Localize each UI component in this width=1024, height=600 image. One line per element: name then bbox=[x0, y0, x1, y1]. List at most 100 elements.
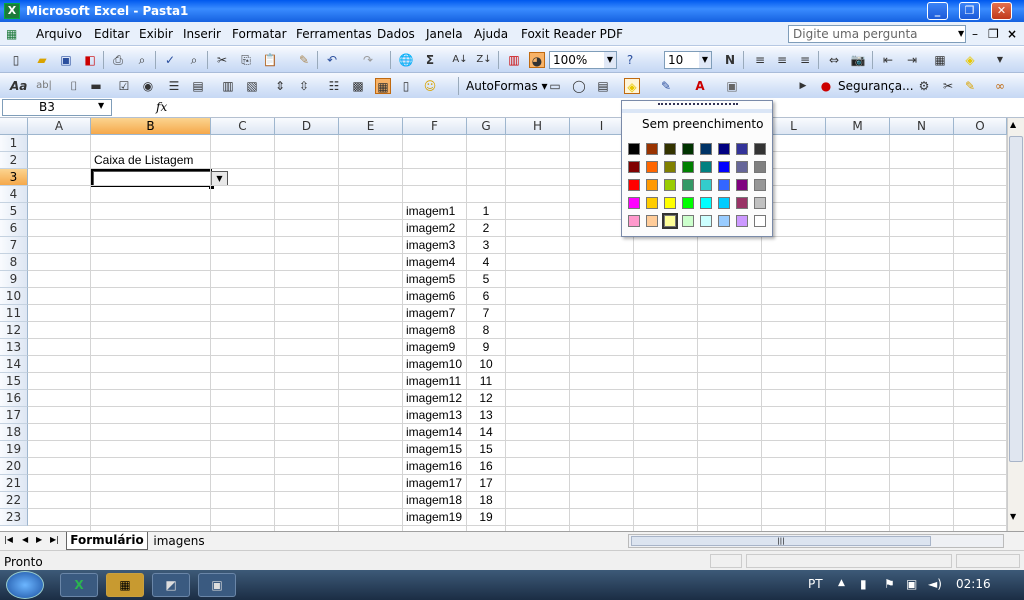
research-icon[interactable]: ⌕ bbox=[186, 52, 202, 68]
document-icon[interactable]: ▦ bbox=[6, 27, 17, 41]
row-header-18[interactable]: 18 bbox=[0, 424, 28, 441]
row-header-14[interactable]: 14 bbox=[0, 356, 28, 373]
row-header-9[interactable]: 9 bbox=[0, 271, 28, 288]
color-swatch[interactable] bbox=[736, 143, 748, 155]
cell-g-number[interactable]: 4 bbox=[467, 254, 505, 271]
color-swatch[interactable] bbox=[664, 143, 676, 155]
cell-f-image-name[interactable]: imagem12 bbox=[406, 390, 470, 407]
cell-f-image-name[interactable]: imagem8 bbox=[406, 322, 470, 339]
autoshapes-menu[interactable]: AutoFormas ▾ bbox=[466, 79, 548, 93]
list-box-icon[interactable]: ☰ bbox=[166, 78, 182, 94]
next-sheet-icon[interactable]: ▶ bbox=[36, 535, 42, 544]
cell-f-image-name[interactable]: imagem16 bbox=[406, 458, 470, 475]
edit-code-icon[interactable]: ▩ bbox=[350, 78, 366, 94]
scroll-down-icon[interactable]: ▼ bbox=[1010, 512, 1016, 521]
row-header-6[interactable]: 6 bbox=[0, 220, 28, 237]
start-button[interactable] bbox=[6, 571, 44, 599]
row-header-16[interactable]: 16 bbox=[0, 390, 28, 407]
color-swatch[interactable] bbox=[700, 143, 712, 155]
cell-f-image-name[interactable]: imagem13 bbox=[406, 407, 470, 424]
edit-box-icon[interactable]: ab| bbox=[36, 78, 52, 94]
name-box-dropdown-icon[interactable]: ▼ bbox=[98, 101, 104, 110]
cell-f-image-name[interactable]: imagem6 bbox=[406, 288, 470, 305]
button-control-icon[interactable]: ▬ bbox=[88, 78, 104, 94]
scroll-up-icon[interactable]: ▲ bbox=[1010, 120, 1016, 129]
color-swatch[interactable] bbox=[664, 197, 676, 209]
combo-dropdown-icon[interactable]: ▧ bbox=[244, 78, 260, 94]
column-header-h[interactable]: H bbox=[506, 118, 570, 135]
network-icon[interactable]: ▮ bbox=[860, 577, 867, 591]
color-swatch[interactable] bbox=[736, 179, 748, 191]
cell-b2-label[interactable]: Caixa de Listagem bbox=[94, 152, 244, 169]
rectangle-icon[interactable]: ▭ bbox=[547, 78, 563, 94]
color-swatch[interactable] bbox=[682, 179, 694, 191]
column-header-n[interactable]: N bbox=[890, 118, 954, 135]
language-indicator[interactable]: PT bbox=[808, 577, 823, 591]
color-swatch[interactable] bbox=[736, 215, 748, 227]
cell-f-image-name[interactable]: imagem3 bbox=[406, 237, 470, 254]
color-swatch[interactable] bbox=[682, 197, 694, 209]
maximize-button[interactable]: ❐ bbox=[959, 2, 980, 20]
color-swatch[interactable] bbox=[718, 143, 730, 155]
flag-icon[interactable]: ⚑ bbox=[884, 577, 895, 591]
smiley-icon[interactable]: ☺ bbox=[422, 78, 438, 94]
font-size-select[interactable]: 10 ▼ bbox=[664, 51, 712, 69]
column-header-g[interactable]: G bbox=[467, 118, 506, 135]
color-swatch[interactable] bbox=[700, 179, 712, 191]
cell-g-number[interactable]: 17 bbox=[467, 475, 505, 492]
color-swatch[interactable] bbox=[718, 197, 730, 209]
row-header-7[interactable]: 7 bbox=[0, 237, 28, 254]
align-right-icon[interactable]: ≡ bbox=[797, 52, 813, 68]
spreadsheet-grid[interactable]: ABCDEFGHIJKLMNO 123456789101112131415161… bbox=[0, 118, 1007, 531]
shadow-icon[interactable]: ▣ bbox=[724, 78, 740, 94]
tray-expand-icon[interactable]: ▲ bbox=[838, 578, 845, 588]
zoom-select[interactable]: 100% ▼ bbox=[549, 51, 617, 69]
color-swatch[interactable] bbox=[646, 197, 658, 209]
format-painter-icon[interactable]: ✎ bbox=[296, 52, 312, 68]
row-header-22[interactable]: 22 bbox=[0, 492, 28, 509]
doc-minimize-button[interactable]: – bbox=[972, 27, 978, 41]
cell-g-number[interactable]: 13 bbox=[467, 407, 505, 424]
toolbar-options-icon[interactable]: ▼ bbox=[992, 52, 1008, 68]
cell-g-number[interactable]: 15 bbox=[467, 441, 505, 458]
cell-g-number[interactable]: 14 bbox=[467, 424, 505, 441]
new-icon[interactable]: ▯ bbox=[8, 52, 24, 68]
color-swatch[interactable] bbox=[664, 161, 676, 173]
row-header-12[interactable]: 12 bbox=[0, 322, 28, 339]
row-header-10[interactable]: 10 bbox=[0, 288, 28, 305]
menu-ferramentas[interactable]: Ferramentas bbox=[296, 27, 372, 41]
spelling-icon[interactable]: ✓ bbox=[162, 52, 178, 68]
formula-input[interactable] bbox=[172, 99, 1022, 116]
row-header-2[interactable]: 2 bbox=[0, 152, 28, 169]
cell-f-image-name[interactable]: imagem18 bbox=[406, 492, 470, 509]
bold-icon[interactable]: N bbox=[722, 52, 738, 68]
function-icon[interactable]: fx bbox=[156, 100, 167, 114]
name-box[interactable]: B3 bbox=[2, 99, 112, 116]
sheet-tab-formulario[interactable]: Formulário bbox=[66, 532, 148, 550]
combo-arrow-icon[interactable]: ▼ bbox=[211, 172, 227, 185]
close-button[interactable]: ✕ bbox=[991, 2, 1012, 20]
increase-indent-icon[interactable]: ⇥ bbox=[904, 52, 920, 68]
menu-exibir[interactable]: Exibir bbox=[139, 27, 173, 41]
column-header-o[interactable]: O bbox=[954, 118, 1007, 135]
borders-icon[interactable]: ▦ bbox=[932, 52, 948, 68]
cell-g-number[interactable]: 6 bbox=[467, 288, 505, 305]
color-swatch[interactable] bbox=[682, 143, 694, 155]
cell-f-image-name[interactable]: imagem7 bbox=[406, 305, 470, 322]
help-icon[interactable]: ? bbox=[622, 52, 638, 68]
security-icon[interactable]: ● bbox=[818, 78, 834, 94]
label-control-icon[interactable]: Aa bbox=[10, 78, 27, 94]
cell-g-number[interactable]: 10 bbox=[467, 356, 505, 373]
fill-color-icon[interactable]: ◈ bbox=[962, 52, 978, 68]
row-header-1[interactable]: 1 bbox=[0, 135, 28, 152]
menu-arquivo[interactable]: Arquivo bbox=[36, 27, 82, 41]
cell-g-number[interactable]: 2 bbox=[467, 220, 505, 237]
visual-basic-icon[interactable]: ∞ bbox=[992, 78, 1008, 94]
checkbox-control-icon[interactable]: ☑ bbox=[116, 78, 132, 94]
cell-g-number[interactable]: 16 bbox=[467, 458, 505, 475]
color-swatch[interactable] bbox=[700, 161, 712, 173]
row-header-13[interactable]: 13 bbox=[0, 339, 28, 356]
permission-icon[interactable]: ◧ bbox=[82, 52, 98, 68]
last-sheet-icon[interactable]: ▶| bbox=[50, 535, 59, 544]
menu-inserir[interactable]: Inserir bbox=[183, 27, 221, 41]
